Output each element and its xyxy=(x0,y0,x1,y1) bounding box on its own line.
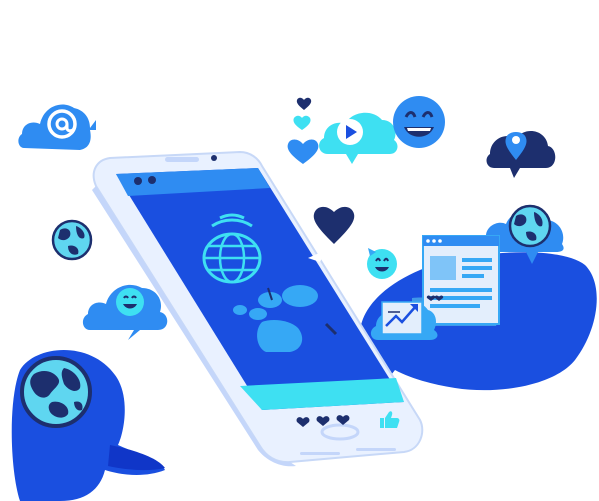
globe-icon xyxy=(51,219,93,261)
smiley-cloud-icon xyxy=(82,284,168,340)
heart-icon xyxy=(313,206,355,244)
heart-icon xyxy=(287,97,319,164)
at-sign-cloud-icon xyxy=(18,104,96,150)
location-pin-cloud-icon xyxy=(486,131,556,178)
play-button-cloud-icon xyxy=(319,112,398,164)
smiley-face-icon xyxy=(393,96,445,148)
social-media-illustration xyxy=(11,96,597,501)
globe-icon xyxy=(20,356,92,428)
